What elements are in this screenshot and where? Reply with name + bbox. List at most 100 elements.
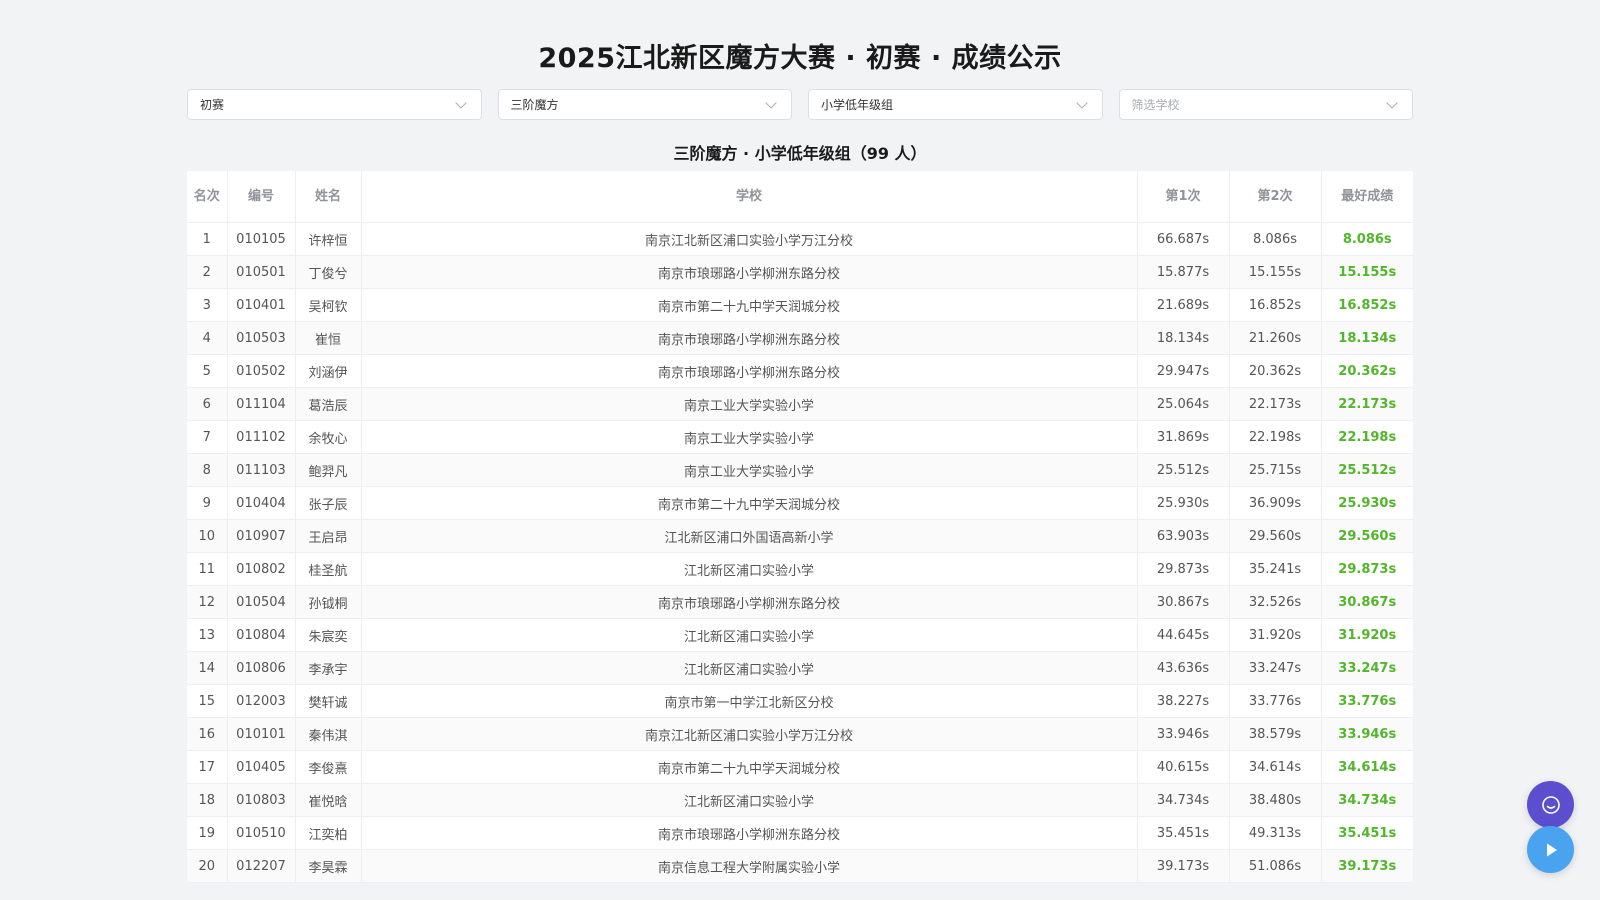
cell-rank: 20 (187, 849, 228, 883)
table-row[interactable]: 18 010803 崔悦晗 江北新区浦口实验小学 34.734s 38.480s 34.73… (187, 783, 1413, 817)
table-row[interactable]: 12 010504 孙钺桐 南京市琅琊路小学柳洲东路分校 30.867s 32.526s 3… (187, 585, 1413, 619)
table-row[interactable]: 13 010804 朱宸奕 江北新区浦口实验小学 44.645s 31.920s 31.92… (187, 618, 1413, 652)
cell-id: 011102 (227, 420, 296, 454)
cell-name: 李俊熹 (295, 750, 362, 784)
cell-id: 010504 (227, 585, 296, 619)
table-row[interactable]: 15 012003 樊轩诚 南京市第一中学江北新区分校 38.227s 33.776s 33… (187, 684, 1413, 718)
header-attempt1[interactable]: 第1次 (1137, 171, 1230, 223)
cell-name: 崔悦晗 (295, 783, 362, 817)
cell-id: 011103 (227, 453, 296, 487)
cell-id: 012207 (227, 849, 296, 883)
cell-id: 010105 (227, 222, 296, 256)
cell-id: 011104 (227, 387, 296, 421)
cell-attempt1: 38.227s (1137, 684, 1230, 718)
cell-attempt2: 34.614s (1229, 750, 1322, 784)
cell-school: 南京市琅琊路小学柳洲东路分校 (361, 816, 1138, 850)
header-school[interactable]: 学校 (361, 171, 1138, 223)
cell-attempt1: 63.903s (1137, 519, 1230, 553)
cell-attempt2: 22.198s (1229, 420, 1322, 454)
cell-rank: 8 (187, 453, 228, 487)
header-id[interactable]: 编号 (227, 171, 296, 223)
chat-button[interactable] (1527, 781, 1574, 828)
chevron-down-icon (765, 96, 777, 109)
table-row[interactable]: 9 010404 张子辰 南京市第二十九中学天润城分校 25.930s 36.909s 25… (187, 486, 1413, 520)
cell-school: 南京市第二十九中学天润城分校 (361, 486, 1138, 520)
cell-attempt2: 20.362s (1229, 354, 1322, 388)
cell-school: 南京工业大学实验小学 (361, 387, 1138, 421)
cell-attempt1: 40.615s (1137, 750, 1230, 784)
cell-school: 南京市琅琊路小学柳洲东路分校 (361, 255, 1138, 289)
cell-best: 22.173s (1321, 387, 1413, 421)
cell-best: 33.776s (1321, 684, 1413, 718)
group-select-value: 小学低年级组 (821, 98, 894, 112)
header-attempt2[interactable]: 第2次 (1229, 171, 1322, 223)
cell-attempt1: 43.636s (1137, 651, 1230, 685)
cell-attempt1: 30.867s (1137, 585, 1230, 619)
header-best[interactable]: 最好成绩 (1321, 171, 1413, 223)
cell-best: 33.247s (1321, 651, 1413, 685)
cell-rank: 3 (187, 288, 228, 322)
table-row[interactable]: 10 010907 王启昂 江北新区浦口外国语高新小学 63.903s 29.560s 29… (187, 519, 1413, 553)
cell-attempt1: 34.734s (1137, 783, 1230, 817)
cell-name: 余牧心 (295, 420, 362, 454)
round-select-value: 初赛 (200, 98, 225, 112)
school-filter-placeholder: 筛选学校 (1131, 98, 1180, 112)
cell-rank: 7 (187, 420, 228, 454)
cell-id: 010404 (227, 486, 296, 520)
cell-attempt2: 29.560s (1229, 519, 1322, 553)
cell-id: 010803 (227, 783, 296, 817)
cell-school: 南京江北新区浦口实验小学万江分校 (361, 222, 1138, 256)
header-name[interactable]: 姓名 (295, 171, 362, 223)
play-button[interactable] (1527, 826, 1574, 873)
school-filter-select[interactable]: 筛选学校 (1118, 89, 1413, 120)
cell-school: 南京市第二十九中学天润城分校 (361, 288, 1138, 322)
cell-school: 南京市琅琊路小学柳洲东路分校 (361, 321, 1138, 355)
table-row[interactable]: 16 010101 秦伟淇 南京江北新区浦口实验小学万江分校 33.946s 38.579… (187, 717, 1413, 751)
cell-attempt1: 21.689s (1137, 288, 1230, 322)
cell-name: 鲍羿凡 (295, 453, 362, 487)
table-row[interactable]: 4 010503 崔恒 南京市琅琊路小学柳洲东路分校 18.134s 21.260s 18.… (187, 321, 1413, 355)
table-row[interactable]: 14 010806 李承宇 江北新区浦口实验小学 43.636s 33.247s 33.24… (187, 651, 1413, 685)
cell-name: 许梓恒 (295, 222, 362, 256)
cell-attempt2: 25.715s (1229, 453, 1322, 487)
cell-id: 010907 (227, 519, 296, 553)
cell-attempt2: 36.909s (1229, 486, 1322, 520)
event-select[interactable]: 三阶魔方 (497, 89, 792, 120)
table-row[interactable]: 11 010802 桂圣航 江北新区浦口实验小学 29.873s 35.241s 29.87… (187, 552, 1413, 586)
chevron-down-icon (454, 96, 467, 109)
header-rank[interactable]: 名次 (187, 171, 228, 223)
table-row[interactable]: 3 010401 吴柯钦 南京市第二十九中学天润城分校 21.689s 16.852s 16… (187, 288, 1413, 322)
cell-rank: 11 (187, 552, 228, 586)
table-row[interactable]: 8 011103 鲍羿凡 南京工业大学实验小学 25.512s 25.715s 25.512… (187, 453, 1413, 487)
round-select[interactable]: 初赛 (187, 89, 482, 120)
table-row[interactable]: 6 011104 葛浩辰 南京工业大学实验小学 25.064s 22.173s 22.173… (187, 387, 1413, 421)
chevron-down-icon (1386, 96, 1398, 109)
table-row[interactable]: 20 012207 李昊霖 南京信息工程大学附属实验小学 39.173s 51.086s 3… (187, 849, 1413, 883)
table-header-row: 名次 编号 姓名 学校 第1次 第2次 最好成绩 (187, 171, 1413, 223)
event-select-value: 三阶魔方 (510, 98, 559, 112)
results-table-container: 名次 编号 姓名 学校 第1次 第2次 最好成绩 1 010105 许梓恒 南京江北新… (187, 171, 1413, 883)
cell-best: 31.920s (1321, 618, 1413, 652)
cell-attempt2: 31.920s (1229, 618, 1322, 652)
cell-school: 江北新区浦口外国语高新小学 (361, 519, 1138, 553)
cell-best: 15.155s (1321, 255, 1413, 289)
cell-rank: 13 (187, 618, 228, 652)
table-row[interactable]: 7 011102 余牧心 南京工业大学实验小学 31.869s 22.198s 22.198… (187, 420, 1413, 454)
results-table: 名次 编号 姓名 学校 第1次 第2次 最好成绩 1 010105 许梓恒 南京江北新… (187, 171, 1413, 883)
cell-best: 30.867s (1321, 585, 1413, 619)
cell-name: 崔恒 (295, 321, 362, 355)
cell-rank: 14 (187, 651, 228, 685)
table-row[interactable]: 5 010502 刘涵伊 南京市琅琊路小学柳洲东路分校 29.947s 20.362s 20… (187, 354, 1413, 388)
cell-best: 34.734s (1321, 783, 1413, 817)
cell-id: 012003 (227, 684, 296, 718)
cell-id: 010802 (227, 552, 296, 586)
cell-attempt2: 38.480s (1229, 783, 1322, 817)
table-row[interactable]: 19 010510 江奕柏 南京市琅琊路小学柳洲东路分校 35.451s 49.313s 3… (187, 816, 1413, 850)
cell-id: 010510 (227, 816, 296, 850)
table-row[interactable]: 17 010405 李俊熹 南京市第二十九中学天润城分校 40.615s 34.614s 3… (187, 750, 1413, 784)
table-row[interactable]: 1 010105 许梓恒 南京江北新区浦口实验小学万江分校 66.687s 8.086s 8… (187, 222, 1413, 256)
table-row[interactable]: 2 010501 丁俊兮 南京市琅琊路小学柳洲东路分校 15.877s 15.155s 15… (187, 255, 1413, 289)
group-select[interactable]: 小学低年级组 (808, 89, 1103, 120)
cell-best: 22.198s (1321, 420, 1413, 454)
cell-id: 010804 (227, 618, 296, 652)
